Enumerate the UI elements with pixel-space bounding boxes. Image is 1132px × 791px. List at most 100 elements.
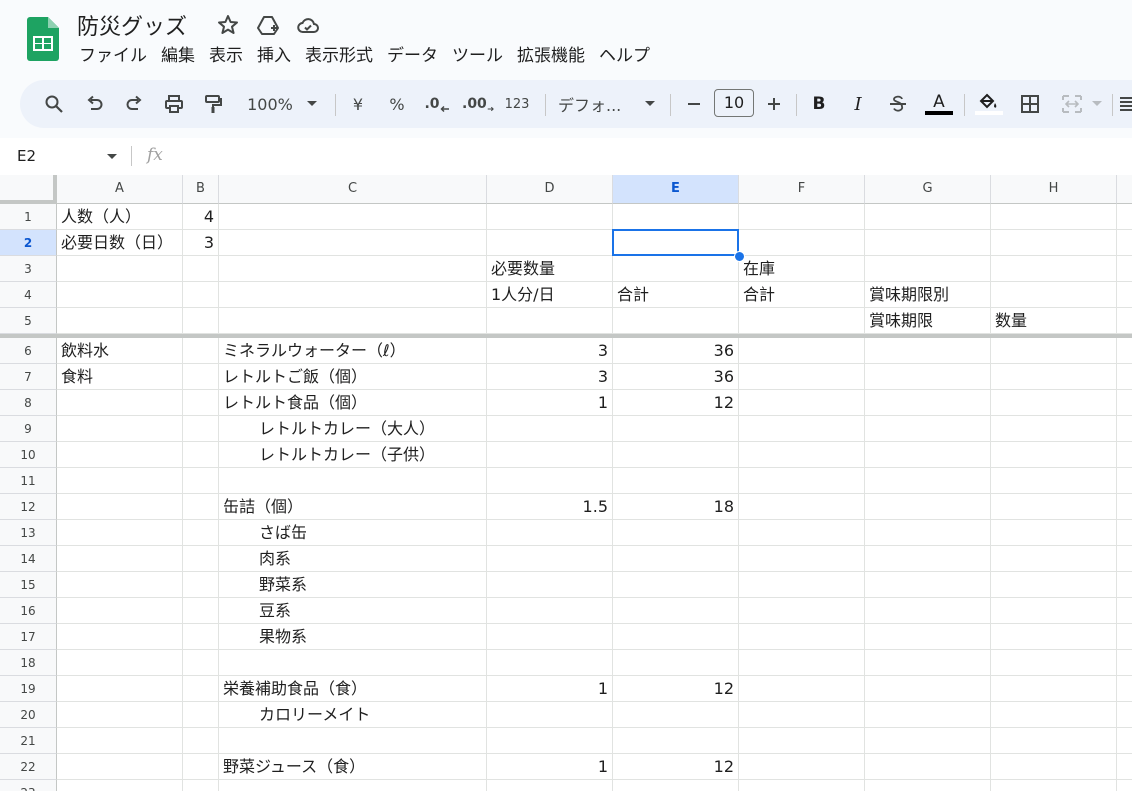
cell-i20[interactable] — [1117, 702, 1132, 728]
column-header-a[interactable]: A — [57, 175, 183, 204]
menu-tools[interactable]: ツール — [445, 44, 510, 68]
cell-c22[interactable]: 野菜ジュース（食） — [219, 754, 487, 780]
cell-c9[interactable]: レトルトカレー（大人） — [219, 416, 487, 442]
cell-b15[interactable] — [183, 572, 219, 598]
cell-i15[interactable] — [1117, 572, 1132, 598]
row-header-3[interactable]: 3 — [0, 256, 57, 282]
cell-a2[interactable]: 必要日数（日） — [57, 230, 183, 256]
cell-e22[interactable]: 12 — [613, 754, 739, 780]
cell-b12[interactable] — [183, 494, 219, 520]
font-dropdown-icon[interactable] — [642, 90, 658, 118]
increase-decimal-button[interactable]: .00 — [462, 90, 494, 118]
percent-format-button[interactable]: % — [386, 90, 408, 118]
cell-d15[interactable] — [487, 572, 613, 598]
cell-d12[interactable]: 1.5 — [487, 494, 613, 520]
column-header-d[interactable]: D — [487, 175, 613, 204]
cell-i14[interactable] — [1117, 546, 1132, 572]
cell-b11[interactable] — [183, 468, 219, 494]
column-header-g[interactable]: G — [865, 175, 991, 204]
cell-a4[interactable] — [57, 282, 183, 308]
cell-e19[interactable]: 12 — [613, 676, 739, 702]
cell-d23[interactable] — [487, 780, 613, 791]
merge-dropdown-icon[interactable] — [1090, 90, 1104, 118]
cell-b1[interactable]: 4 — [183, 204, 219, 230]
cell-d17[interactable] — [487, 624, 613, 650]
font-select[interactable]: デフォ... — [558, 90, 638, 118]
cell-i8[interactable] — [1117, 390, 1132, 416]
cell-g23[interactable] — [865, 780, 991, 791]
cell-b17[interactable] — [183, 624, 219, 650]
cell-h18[interactable] — [991, 650, 1117, 676]
cell-d16[interactable] — [487, 598, 613, 624]
cell-b13[interactable] — [183, 520, 219, 546]
cell-g3[interactable] — [865, 256, 991, 282]
cell-g12[interactable] — [865, 494, 991, 520]
cell-h4[interactable] — [991, 282, 1117, 308]
cell-f4[interactable]: 合計 — [739, 282, 865, 308]
cell-a22[interactable] — [57, 754, 183, 780]
cell-b19[interactable] — [183, 676, 219, 702]
cell-i12[interactable] — [1117, 494, 1132, 520]
cell-e4[interactable]: 合計 — [613, 282, 739, 308]
cell-a14[interactable] — [57, 546, 183, 572]
cell-h23[interactable] — [991, 780, 1117, 791]
cell-g7[interactable] — [865, 364, 991, 390]
cell-a11[interactable] — [57, 468, 183, 494]
cell-a10[interactable] — [57, 442, 183, 468]
cell-f14[interactable] — [739, 546, 865, 572]
cell-c5[interactable] — [219, 308, 487, 334]
cell-f20[interactable] — [739, 702, 865, 728]
cell-c8[interactable]: レトルト食品（個） — [219, 390, 487, 416]
cell-f17[interactable] — [739, 624, 865, 650]
cell-a5[interactable] — [57, 308, 183, 334]
cell-a23[interactable] — [57, 780, 183, 791]
cell-e16[interactable] — [613, 598, 739, 624]
cell-b21[interactable] — [183, 728, 219, 754]
cell-e18[interactable] — [613, 650, 739, 676]
cell-i2[interactable] — [1117, 230, 1132, 256]
cell-h22[interactable] — [991, 754, 1117, 780]
cell-g14[interactable] — [865, 546, 991, 572]
cell-d13[interactable] — [487, 520, 613, 546]
cell-h2[interactable] — [991, 230, 1117, 256]
cell-d3[interactable]: 必要数量 — [487, 256, 613, 282]
cell-f2[interactable] — [739, 230, 865, 256]
cell-i19[interactable] — [1117, 676, 1132, 702]
column-header-b[interactable]: B — [183, 175, 219, 204]
cell-f1[interactable] — [739, 204, 865, 230]
italic-button[interactable]: I — [847, 90, 869, 118]
name-box-dropdown-icon[interactable] — [107, 154, 117, 159]
zoom-dropdown-icon[interactable] — [304, 90, 320, 118]
decrease-font-size-icon[interactable] — [684, 90, 704, 118]
cell-i11[interactable] — [1117, 468, 1132, 494]
cell-h21[interactable] — [991, 728, 1117, 754]
cell-e21[interactable] — [613, 728, 739, 754]
cell-c17[interactable]: 果物系 — [219, 624, 487, 650]
sheets-logo-icon[interactable] — [27, 17, 59, 61]
cell-h15[interactable] — [991, 572, 1117, 598]
cell-h16[interactable] — [991, 598, 1117, 624]
bold-button[interactable]: B — [808, 90, 830, 118]
cell-d20[interactable] — [487, 702, 613, 728]
cell-f13[interactable] — [739, 520, 865, 546]
cell-f23[interactable] — [739, 780, 865, 791]
cell-g19[interactable] — [865, 676, 991, 702]
cell-h19[interactable] — [991, 676, 1117, 702]
cell-c16[interactable]: 豆系 — [219, 598, 487, 624]
row-header-4[interactable]: 4 — [0, 282, 57, 308]
cell-g21[interactable] — [865, 728, 991, 754]
cell-b5[interactable] — [183, 308, 219, 334]
cell-e20[interactable] — [613, 702, 739, 728]
row-header-17[interactable]: 17 — [0, 624, 57, 650]
cell-c6[interactable]: ミネラルウォーター（ℓ） — [219, 338, 487, 364]
print-icon[interactable] — [162, 90, 186, 118]
cell-d6[interactable]: 3 — [487, 338, 613, 364]
increase-font-size-icon[interactable] — [764, 90, 784, 118]
cell-c21[interactable] — [219, 728, 487, 754]
select-all-corner[interactable] — [0, 175, 57, 204]
cell-f11[interactable] — [739, 468, 865, 494]
cell-a20[interactable] — [57, 702, 183, 728]
cell-b16[interactable] — [183, 598, 219, 624]
cell-d2[interactable] — [487, 230, 613, 256]
horizontal-align-icon[interactable] — [1120, 90, 1132, 118]
